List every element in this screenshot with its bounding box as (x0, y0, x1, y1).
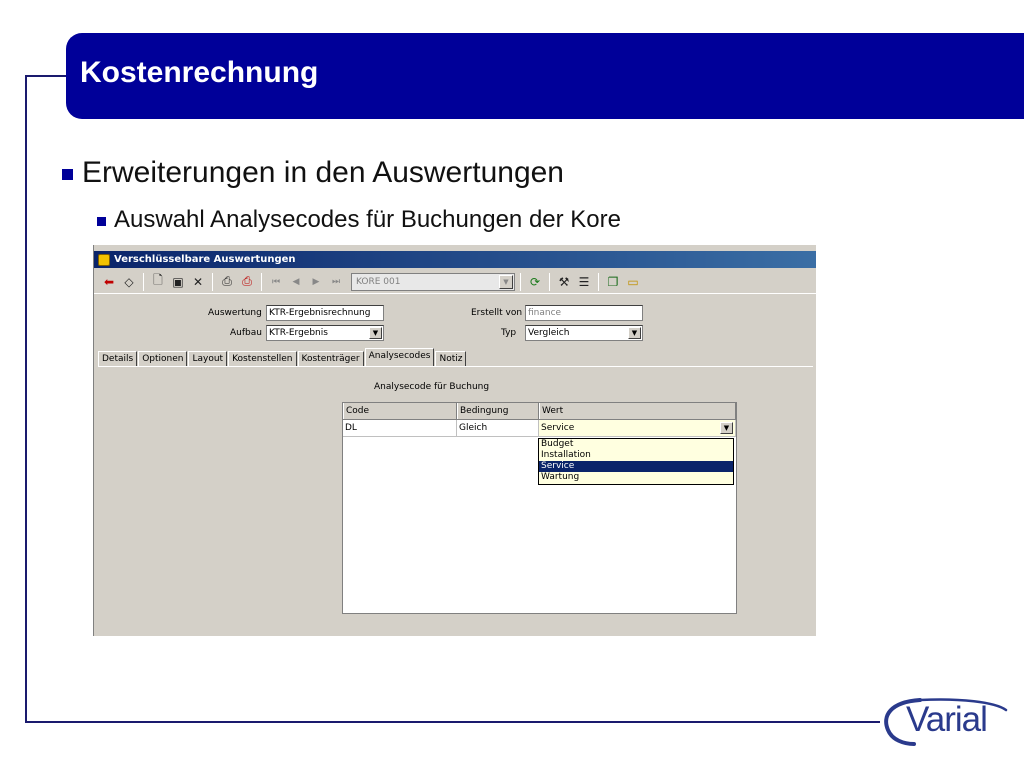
app-icon (98, 253, 110, 266)
aufbau-label: Aufbau (230, 328, 262, 338)
copy-icon[interactable]: ❐ (604, 273, 622, 291)
column-header-bedingung[interactable]: Bedingung (457, 403, 539, 419)
chevron-down-icon[interactable]: ▼ (720, 422, 733, 434)
toolbar: ⬅ ◇ 🗋 ▣ ✕ ⎙ ⎙ ⏮ ◀ ▶ ⏭ KORE 001 ▼ ⟳ ⚒ ☰ ❐… (94, 270, 816, 294)
wert-dropdown-list: Budget Installation Service Wartung (538, 438, 734, 485)
table-row[interactable]: DL Gleich Service ▼ (343, 420, 736, 437)
dropdown-option-installation[interactable]: Installation (539, 450, 733, 461)
toolbar-separator (549, 272, 550, 291)
window-title-bar: Verschlüsselbare Auswertungen (94, 251, 816, 268)
toolbar-separator (212, 272, 213, 291)
slide-title: Kostenrechnung (80, 56, 319, 89)
dropdown-option-service[interactable]: Service (539, 461, 733, 472)
section-label: Analysecode für Buchung (374, 382, 490, 392)
frame-top-line (25, 75, 67, 77)
column-header-wert[interactable]: Wert (539, 403, 736, 419)
tab-kostentraeger[interactable]: Kostenträger (297, 351, 364, 366)
print-preview-icon[interactable]: ⎙ (238, 273, 256, 291)
tab-panel-border (98, 366, 813, 367)
first-record-icon[interactable]: ⏮ (267, 273, 285, 291)
auswertung-label: Auswertung (208, 308, 262, 318)
tab-analysecodes[interactable]: Analysecodes (364, 348, 435, 366)
dropdown-option-wartung[interactable]: Wartung (539, 472, 733, 483)
folder-icon[interactable]: ▭ (624, 273, 642, 291)
frame-bottom-line (25, 721, 880, 723)
tab-layout[interactable]: Layout (188, 351, 228, 366)
logo-text: Varial (906, 700, 988, 739)
toolbar-separator (520, 272, 521, 291)
auswertung-field[interactable]: KTR-Ergebnisrechnung (266, 305, 384, 321)
tab-strip: Details Optionen Layout Kostenstellen Ko… (98, 348, 467, 366)
erstellt-von-label: Erstellt von (471, 308, 523, 318)
record-selector[interactable]: KORE 001 ▼ (351, 272, 515, 291)
aufbau-value: KTR-Ergebnis (269, 328, 328, 338)
analysecode-grid: Code Bedingung Wert DL Gleich Service ▼ (342, 402, 737, 614)
toolbar-separator (261, 272, 262, 291)
frame-left-line (25, 75, 27, 723)
typ-select[interactable]: Vergleich ▼ (525, 325, 643, 341)
previous-record-icon[interactable]: ◀ (287, 273, 305, 291)
chevron-down-icon[interactable]: ▼ (369, 327, 382, 339)
bullet-square-icon (97, 216, 106, 226)
cell-code[interactable]: DL (343, 420, 457, 436)
tab-details[interactable]: Details (98, 351, 138, 366)
bullet-square-icon (62, 168, 73, 180)
new-document-icon[interactable]: 🗋 (149, 273, 167, 291)
cell-bedingung[interactable]: Gleich (457, 420, 539, 436)
record-selector-value: KORE 001 (356, 276, 401, 287)
column-header-code[interactable]: Code (343, 403, 457, 419)
bullet-main: Erweiterungen in den Auswertungen (62, 156, 564, 190)
cell-wert-value: Service (541, 423, 575, 433)
bullet-sub: Auswahl Analysecodes für Buchungen der K… (97, 206, 621, 234)
tab-optionen[interactable]: Optionen (138, 351, 188, 366)
save-icon[interactable]: ▣ (169, 273, 187, 291)
toolbar-separator (598, 272, 599, 291)
bullet-sub-text: Auswahl Analysecodes für Buchungen der K… (114, 206, 621, 233)
typ-value: Vergleich (528, 328, 570, 338)
tab-notiz[interactable]: Notiz (435, 351, 467, 366)
aufbau-select[interactable]: KTR-Ergebnis ▼ (266, 325, 384, 341)
tab-kostenstellen[interactable]: Kostenstellen (228, 351, 297, 366)
typ-label: Typ (501, 328, 517, 338)
erstellt-von-field: finance (525, 305, 643, 321)
application-window: Verschlüsselbare Auswertungen ⬅ ◇ 🗋 ▣ ✕ … (93, 245, 816, 636)
grid-header: Code Bedingung Wert (343, 403, 736, 420)
chevron-down-icon[interactable]: ▼ (628, 327, 641, 339)
print-icon[interactable]: ⎙ (218, 273, 236, 291)
refresh-icon[interactable]: ⟳ (526, 273, 544, 291)
toolbar-separator (143, 272, 144, 291)
list-icon[interactable]: ☰ (575, 273, 593, 291)
window-title: Verschlüsselbare Auswertungen (114, 254, 296, 265)
next-record-icon[interactable]: ▶ (307, 273, 325, 291)
last-record-icon[interactable]: ⏭ (327, 273, 345, 291)
cell-wert[interactable]: Service ▼ (539, 420, 736, 436)
delete-icon[interactable]: ✕ (189, 273, 207, 291)
diamond-icon[interactable]: ◇ (120, 273, 138, 291)
chevron-down-icon[interactable]: ▼ (499, 274, 513, 289)
arrow-left-icon[interactable]: ⬅ (100, 273, 118, 291)
dropdown-option-budget[interactable]: Budget (539, 439, 733, 450)
bullet-main-text: Erweiterungen in den Auswertungen (82, 156, 564, 189)
tools-icon[interactable]: ⚒ (555, 273, 573, 291)
